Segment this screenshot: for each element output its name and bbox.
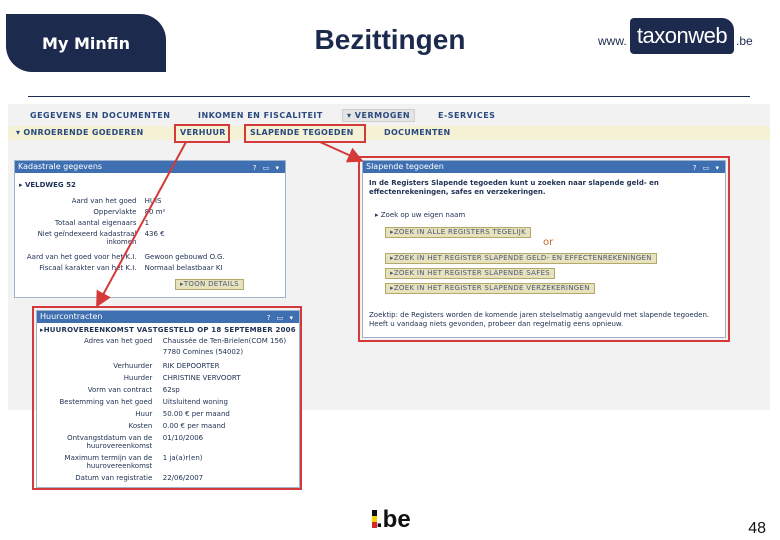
arrow-verhuur-to-huur <box>96 141 187 308</box>
arrow-slapende-to-panel <box>319 141 364 163</box>
page-number: 48 <box>748 520 766 537</box>
be-logo-text: .be <box>376 506 411 533</box>
be-logo: .be <box>372 506 412 534</box>
annotation-arrows <box>96 141 364 308</box>
